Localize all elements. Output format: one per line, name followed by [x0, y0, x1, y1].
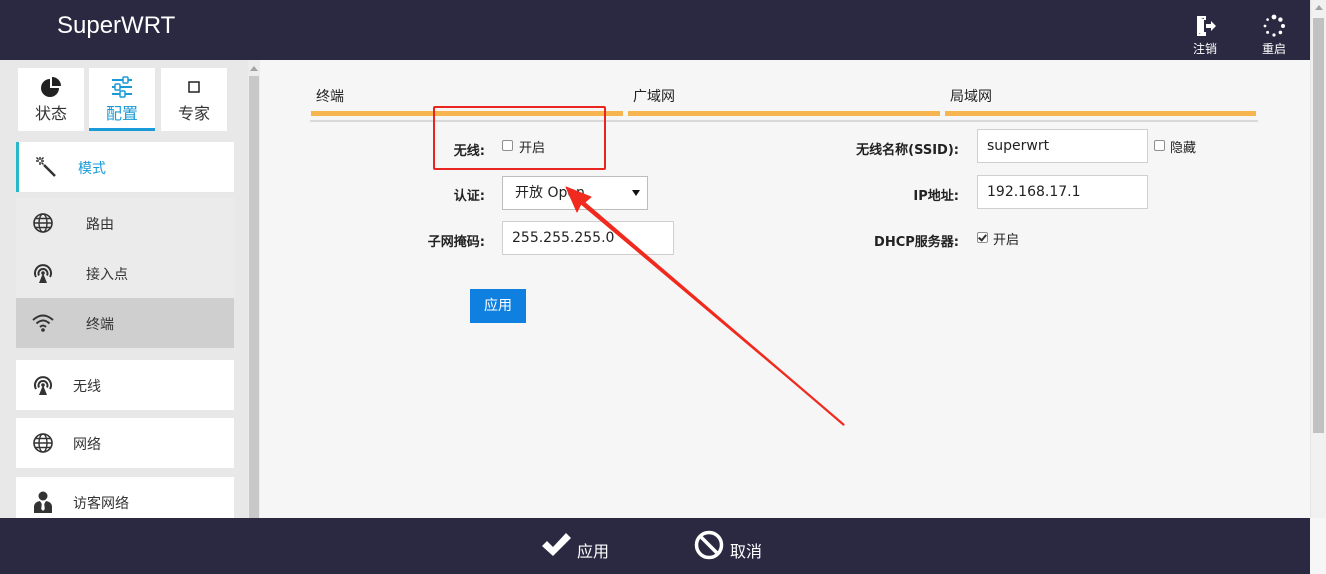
- sidebar-scroll-up-icon[interactable]: [250, 66, 258, 71]
- top-bar: SuperWRT 注销 重启: [0, 0, 1310, 60]
- app-title: SuperWRT: [57, 12, 176, 39]
- pie-chart-icon: [41, 77, 61, 97]
- magic-wand-icon: [35, 156, 56, 177]
- prohibited-icon: [694, 530, 724, 560]
- logout-icon: [1197, 16, 1216, 36]
- sidebar-item-guest-network[interactable]: 访客网络: [16, 477, 234, 518]
- footer-apply-button[interactable]: 应用: [540, 528, 620, 562]
- sliders-icon: [112, 76, 132, 98]
- annotation-arrow: [565, 186, 845, 426]
- reboot-label: 重启: [1261, 42, 1286, 56]
- sidebar-item-client-label: 终端: [86, 317, 114, 333]
- tab-config-label: 配置: [105, 104, 138, 123]
- sidebar-item-client[interactable]: 终端: [16, 298, 234, 348]
- wifi-icon: [32, 314, 54, 332]
- broadcast-icon: [34, 376, 52, 395]
- sidebar-item-wireless[interactable]: 无线: [16, 360, 234, 410]
- globe-icon: [33, 433, 53, 453]
- tab-status-label: 状态: [34, 104, 67, 123]
- tab-status[interactable]: 状态: [18, 68, 84, 131]
- logout-button[interactable]: 注销: [1185, 14, 1225, 57]
- checkmark-icon: [542, 533, 571, 556]
- main-content: 终端 广域网 局域网 无线: 开启 认证: 开放 Open 子网掩码: 255.…: [261, 60, 1310, 518]
- sidebar-item-access-point[interactable]: 接入点: [16, 248, 234, 298]
- logout-label: 注销: [1192, 42, 1217, 56]
- user-tie-icon: [34, 491, 52, 513]
- sidebar-item-mode-label: 模式: [78, 161, 106, 177]
- footer-bar: 应用 取消: [0, 518, 1310, 574]
- sidebar-scrollbar-thumb[interactable]: [249, 76, 259, 518]
- sidebar-item-access-point-label: 接入点: [86, 267, 128, 283]
- broadcast-icon: [34, 264, 52, 283]
- sidebar-item-router-label: 路由: [86, 217, 114, 233]
- tab-config[interactable]: 配置: [89, 68, 155, 131]
- sidebar-scrollbar[interactable]: [248, 60, 260, 518]
- sidebar-item-mode[interactable]: 模式: [16, 142, 234, 192]
- spinner-icon: [1263, 14, 1285, 37]
- square-icon: [188, 81, 200, 93]
- tab-expert-label: 专家: [177, 104, 210, 123]
- sidebar: 状态 配置 专家 模式 路由 接入点 终端 无线 网络 访客网络: [0, 60, 248, 518]
- footer-cancel-button[interactable]: 取消: [693, 528, 773, 562]
- footer-cancel-label: 取消: [730, 542, 763, 561]
- sidebar-item-router[interactable]: 路由: [16, 198, 234, 248]
- sidebar-item-guest-network-label: 访客网络: [73, 496, 129, 512]
- sidebar-item-wireless-label: 无线: [73, 379, 101, 395]
- sidebar-item-network[interactable]: 网络: [16, 418, 234, 468]
- globe-icon: [33, 213, 53, 233]
- footer-apply-label: 应用: [577, 542, 610, 561]
- page-scrollbar[interactable]: [1310, 0, 1326, 518]
- sidebar-item-network-label: 网络: [73, 437, 101, 453]
- tab-expert[interactable]: 专家: [161, 68, 227, 131]
- reboot-button[interactable]: 重启: [1254, 14, 1294, 57]
- scroll-up-icon[interactable]: [1315, 5, 1323, 10]
- page-scrollbar-thumb[interactable]: [1313, 18, 1324, 433]
